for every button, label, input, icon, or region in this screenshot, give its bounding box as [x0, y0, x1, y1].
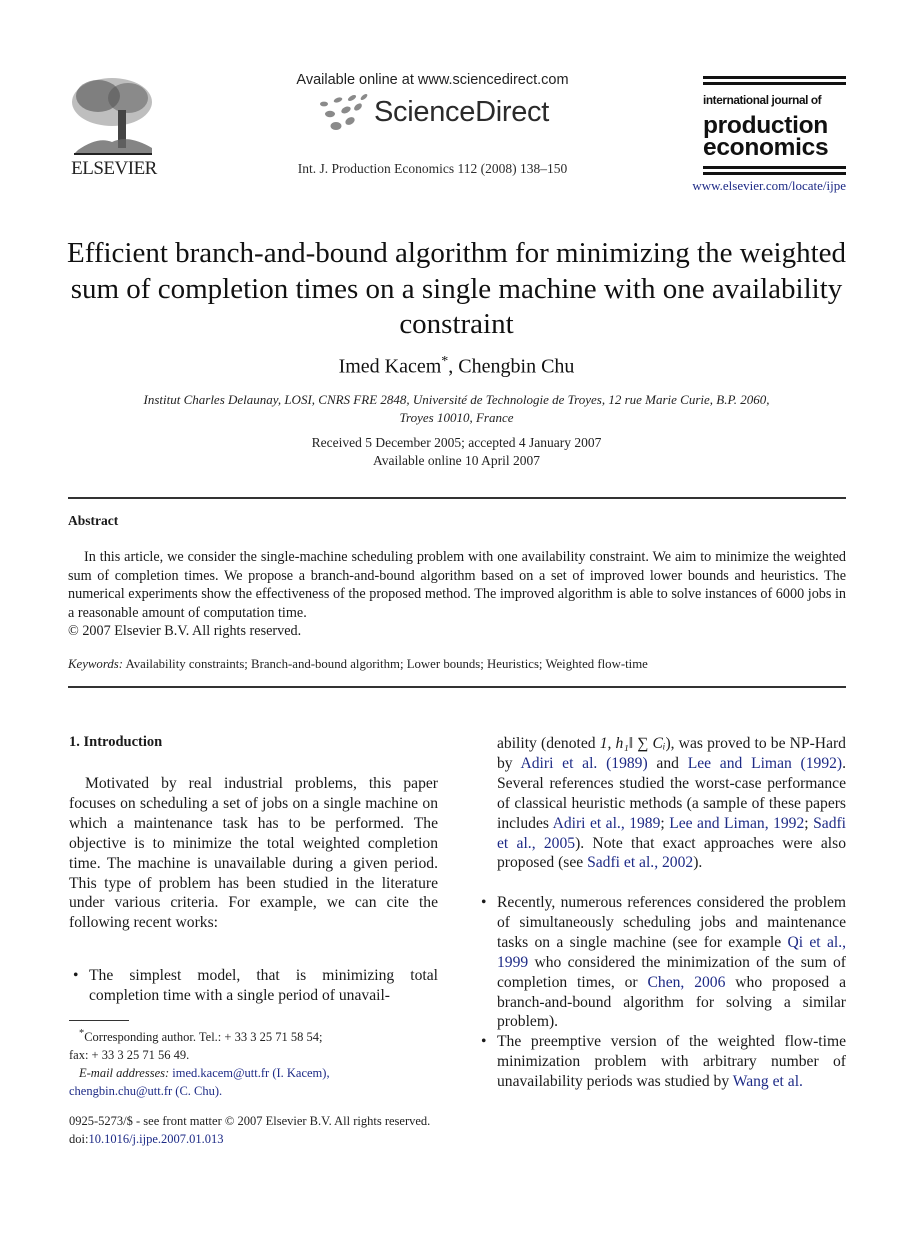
citation-link[interactable]: Adiri et al., 1989	[553, 815, 661, 832]
list-item: • The simplest model, that is minimizing…	[69, 966, 438, 1006]
sciencedirect-dots-icon	[320, 94, 368, 130]
divider	[68, 497, 846, 499]
affiliation: Institut Charles Delaunay, LOSI, CNRS FR…	[100, 391, 813, 427]
citation-link[interactable]: Sadfi et al., 2002	[587, 854, 693, 871]
list-item-continuation: ability (denoted 1, h₁‖ ∑ Cᵢ), was prove…	[497, 734, 846, 873]
email-owner: (I. Kacem),	[269, 1066, 330, 1081]
sciencedirect-logo: ScienceDirect	[270, 92, 595, 138]
abstract-heading: Abstract	[68, 513, 119, 528]
doi-link[interactable]: 10.1016/j.ijpe.2007.01.013	[88, 1132, 223, 1146]
intro-paragraph: Motivated by real industrial problems, t…	[69, 775, 438, 932]
keywords: Keywords: Availability constraints; Bran…	[68, 657, 846, 672]
problem-notation: 1, h₁‖ ∑ Cᵢ	[599, 735, 666, 752]
text-run: ;	[660, 814, 670, 832]
article-history: Received 5 December 2005; accepted 4 Jan…	[100, 434, 813, 470]
sciencedirect-block: Available online at www.sciencedirect.co…	[270, 72, 595, 138]
citation-link[interactable]: Adiri et al. (1989)	[521, 755, 648, 772]
publication-meta: 0925-5273/$ - see front matter © 2007 El…	[69, 1112, 499, 1148]
keywords-text: Availability constraints; Branch-and-bou…	[125, 657, 648, 671]
bullet-list: • Recently, numerous references consider…	[477, 893, 846, 1092]
masthead-line3: economics	[703, 134, 829, 161]
affiliation-line: Troyes 10010, France	[399, 410, 514, 425]
bullet-icon: •	[481, 894, 487, 911]
email-link[interactable]: chengbin.chu@utt.fr	[69, 1084, 172, 1098]
citation-link[interactable]: Lee and Liman (1992)	[688, 755, 842, 772]
email-link[interactable]: imed.kacem@utt.fr	[172, 1066, 269, 1080]
author-name[interactable]: Chengbin Chu	[458, 356, 574, 378]
journal-masthead: international journal of production econ…	[703, 76, 846, 178]
elsevier-tree-icon	[72, 78, 152, 155]
doi-label: doi:	[69, 1132, 89, 1146]
fax-note: fax: + 33 3 25 71 56 49.	[69, 1048, 190, 1063]
keywords-label: Keywords:	[68, 657, 123, 671]
abstract: In this article, we consider the single-…	[68, 548, 846, 641]
copyright: © 2007 Elsevier B.V. All rights reserved…	[68, 623, 302, 639]
author-separator: ,	[448, 355, 459, 378]
list-item: • Recently, numerous references consider…	[477, 893, 846, 1032]
abstract-text: In this article, we consider the single-…	[68, 549, 846, 621]
author-name[interactable]: Imed Kacem	[339, 356, 442, 378]
masthead-rule	[703, 166, 846, 169]
corresponding-author-note: Corresponding author. Tel.: + 33 3 25 71…	[84, 1030, 323, 1045]
masthead-rule	[703, 76, 846, 79]
masthead-rule	[703, 172, 846, 175]
journal-citation: Int. J. Production Economics 112 (2008) …	[297, 161, 568, 176]
list-item-text: The simplest model, that is minimizing t…	[89, 967, 438, 1004]
masthead-line1: international journal of	[703, 93, 822, 107]
citation-link[interactable]: Chen, 2006	[648, 974, 726, 991]
author-list: Imed Kacem*, Chengbin Chu	[60, 354, 853, 379]
text-run: ability (denoted	[497, 735, 600, 752]
divider	[68, 686, 846, 688]
text-run: ;	[804, 814, 814, 832]
text-run: and	[647, 754, 688, 772]
issn-line: 0925-5273/$ - see front matter © 2007 El…	[69, 1114, 431, 1128]
article-title: Efficient branch-and-bound algorithm for…	[66, 237, 847, 340]
footnote: *Corresponding author. Tel.: + 33 3 25 7…	[69, 1025, 439, 1100]
text-run: ).	[693, 854, 703, 872]
bullet-icon: •	[73, 967, 79, 984]
citation-link[interactable]: Lee and Liman, 1992	[669, 815, 804, 832]
elsevier-logo: ELSEVIER	[68, 76, 160, 180]
publisher-name: ELSEVIER	[71, 158, 157, 179]
email-label: E-mail addresses:	[79, 1066, 170, 1081]
received-date: Received 5 December 2005; accepted 4 Jan…	[311, 435, 602, 450]
masthead-rule	[703, 82, 846, 85]
available-date: Available online 10 April 2007	[373, 453, 540, 468]
footnote-rule	[69, 1020, 129, 1021]
affiliation-line: Institut Charles Delaunay, LOSI, CNRS FR…	[143, 392, 770, 407]
bullet-icon: •	[481, 1033, 487, 1051]
email-owner: (C. Chu).	[172, 1084, 223, 1099]
available-online-text[interactable]: Available online at www.sciencedirect.co…	[270, 72, 595, 88]
journal-url-link[interactable]: www.elsevier.com/locate/ijpe	[680, 178, 846, 194]
citation-link[interactable]: Wang et al.	[733, 1073, 803, 1090]
list-item: • The preemptive version of the weighted…	[477, 1032, 846, 1092]
sciencedirect-wordmark: ScienceDirect	[374, 96, 549, 128]
section-heading: 1. Introduction	[69, 734, 163, 750]
